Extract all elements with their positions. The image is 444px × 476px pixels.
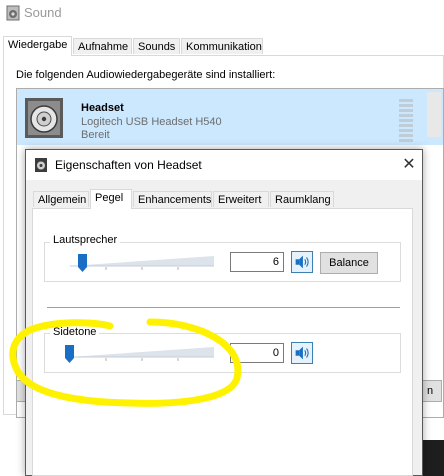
speaker-group-label: Lautsprecher (50, 234, 121, 246)
tab-sounds[interactable]: Sounds (133, 38, 180, 54)
speaker-volume-icon[interactable] (291, 251, 313, 273)
sidetone-volume-icon[interactable] (291, 342, 313, 364)
sidetone-volume-value[interactable]: 0 (230, 343, 284, 363)
sound-window-title: Sound (24, 5, 62, 20)
group-divider (47, 307, 400, 308)
device-name: Headset (81, 102, 124, 114)
properties-title: Eigenschaften von Headset (55, 158, 202, 172)
device-level-meter (399, 99, 413, 142)
device-model: Logitech USB Headset H540 (81, 116, 222, 128)
balance-button[interactable]: Balance (320, 252, 378, 274)
device-list-scrollbar[interactable] (427, 92, 441, 137)
tab-aufnahme[interactable]: Aufnahme (73, 38, 132, 54)
tab-raumklang[interactable]: Raumklang (270, 191, 334, 207)
close-icon[interactable]: ✕ (396, 150, 422, 180)
properties-button-fragment: n (426, 385, 434, 397)
device-status: Bereit (81, 129, 110, 141)
tab-allgemein[interactable]: Allgemein (33, 191, 89, 207)
tab-kommunikation[interactable]: Kommunikation (181, 38, 263, 54)
tab-erweitert[interactable]: Erweitert (213, 191, 269, 207)
tab-pegel[interactable]: Pegel (90, 189, 132, 209)
sidetone-group-label: Sidetone (50, 326, 100, 338)
installed-devices-label: Die folgenden Audiowiedergabegeräte sind… (16, 69, 276, 81)
speaker-volume-value[interactable]: 6 (230, 252, 284, 272)
tab-enhancements[interactable]: Enhancements (133, 191, 212, 207)
sound-titlebar[interactable] (0, 0, 444, 28)
speaker-window-icon (6, 5, 20, 21)
tab-wiedergabe[interactable]: Wiedergabe (3, 36, 72, 56)
speaker-device-icon (25, 98, 63, 138)
speaker-slider-thumb[interactable] (78, 254, 88, 272)
sidetone-slider-thumb[interactable] (65, 345, 74, 363)
speaker-window-icon (35, 158, 47, 172)
speaker-volume-slider[interactable] (66, 252, 218, 274)
sidetone-volume-slider[interactable] (66, 343, 218, 365)
